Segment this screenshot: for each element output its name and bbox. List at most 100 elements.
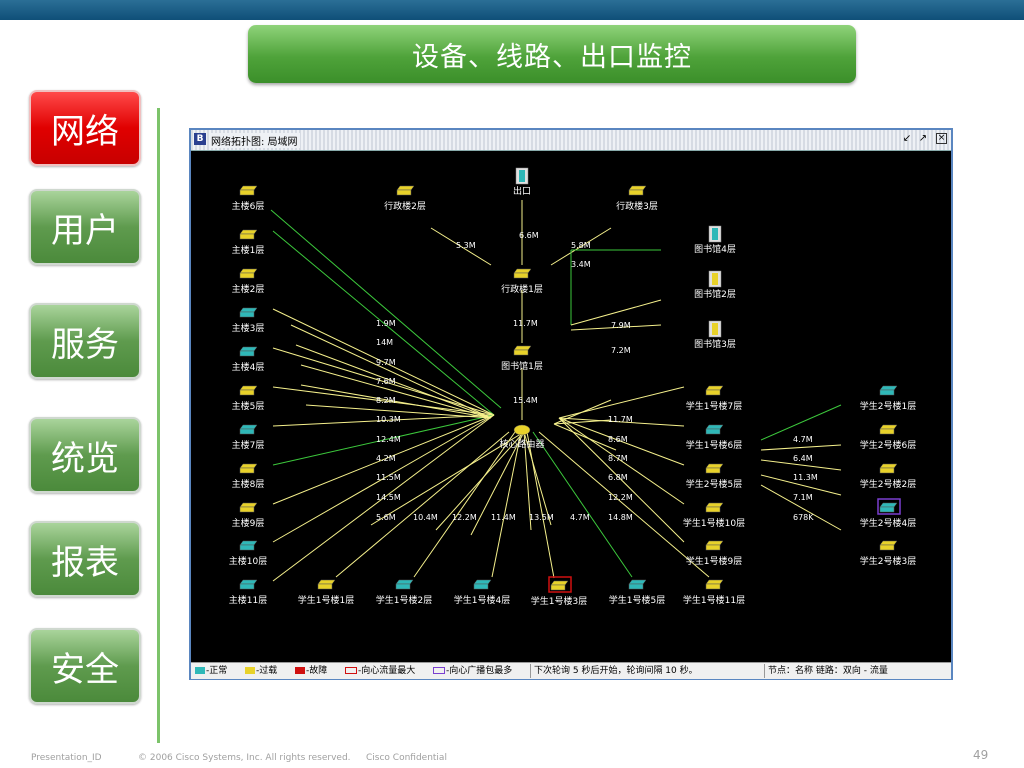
switch-top (705, 502, 724, 508)
topology-node[interactable]: 图书馆2层 (694, 270, 736, 300)
node-label: 主楼11层 (229, 594, 267, 606)
node-label: 学生1号楼5层 (609, 594, 665, 606)
legend-normal: -正常 (195, 664, 227, 678)
switch-body (239, 350, 255, 357)
nav-divider (157, 108, 160, 743)
nav-button-security[interactable]: 安全 (29, 628, 141, 704)
topology-node[interactable]: 主楼9层 (232, 502, 265, 529)
link-traffic-label: 5.6M (376, 513, 396, 522)
topology-node[interactable]: 主楼10层 (229, 540, 267, 567)
switch-top (628, 185, 647, 191)
nav-button-services[interactable]: 服务 (29, 303, 141, 379)
nav-button-overview[interactable]: 统览 (29, 417, 141, 493)
switch-top (396, 185, 415, 191)
topology-node[interactable]: 主楼8层 (232, 463, 265, 490)
topology-node[interactable]: 主楼11层 (229, 579, 267, 606)
link-traffic-label: 11.5M (376, 473, 401, 482)
topology-node[interactable]: 学生1号楼9层 (686, 540, 742, 567)
switch-body (628, 583, 644, 590)
link-traffic-label: 6.8M (608, 473, 628, 482)
legend-fault: -故障 (295, 664, 327, 678)
node-label: 学生1号楼6层 (686, 439, 742, 451)
node-label: 学生2号楼5层 (686, 478, 742, 490)
topology-node[interactable]: 学生2号楼6层 (860, 424, 916, 451)
link-traffic-label: 11.7M (513, 319, 538, 328)
link-traffic-label: 6.4M (793, 454, 813, 463)
switch-top (239, 185, 258, 191)
link-line (491, 431, 522, 578)
topology-node[interactable]: 图书馆1层 (501, 345, 543, 372)
node-label: 学生1号楼3层 (531, 595, 587, 607)
switch-top (628, 579, 647, 585)
topology-node[interactable]: 学生2号楼5层 (686, 463, 742, 490)
link-traffic-label: 4.7M (793, 435, 813, 444)
topology-node[interactable]: 图书馆4层 (694, 225, 736, 255)
topology-node[interactable]: 学生1号楼11层 (683, 579, 745, 606)
topology-node[interactable]: 学生2号楼3层 (860, 540, 916, 567)
topology-node[interactable]: 出口 (513, 167, 531, 197)
topology-node[interactable]: 学生1号楼4层 (454, 579, 510, 606)
node-label: 主楼2层 (232, 283, 265, 295)
link-traffic-label: 11.7M (608, 415, 633, 424)
topology-node[interactable]: 学生1号楼10层 (683, 502, 745, 529)
topology-node[interactable]: 学生1号楼3层 (531, 576, 587, 607)
node-label: 学生1号楼9层 (686, 555, 742, 567)
legend-max-broadcast: -向心广播包最多 (433, 664, 512, 678)
switch-body (628, 189, 644, 196)
window-titlebar[interactable]: B 网络拓扑图: 局域网 ↙ ↗ × (191, 130, 951, 151)
switch-body (879, 428, 895, 435)
nav-button-reports[interactable]: 报表 (29, 521, 141, 597)
switch-body (705, 506, 721, 513)
topology-node[interactable]: 行政楼3层 (616, 185, 658, 212)
topology-node[interactable]: 主楼1层 (232, 229, 265, 256)
nav-label: 统览 (51, 438, 119, 479)
topology-node[interactable]: 主楼2层 (232, 268, 265, 295)
topology-node[interactable]: 主楼7层 (232, 424, 265, 451)
topology-node[interactable]: 学生1号楼2层 (376, 579, 432, 606)
node-label: 学生2号楼1层 (860, 400, 916, 412)
topology-node[interactable]: 主楼4层 (232, 346, 265, 373)
topology-node[interactable]: 图书馆3层 (694, 320, 736, 350)
close-icon[interactable]: × (936, 133, 947, 144)
topology-node[interactable]: 学生1号楼5层 (609, 579, 665, 606)
topology-node[interactable]: 学生1号楼7层 (686, 385, 742, 412)
switch-top (879, 424, 898, 430)
topology-node[interactable]: 行政楼1层 (501, 268, 543, 295)
link-line (335, 431, 510, 578)
topology-node[interactable]: 学生2号楼2层 (860, 463, 916, 490)
restore-icon[interactable]: ↙ (901, 133, 913, 145)
link-traffic-label: 10.4M (413, 513, 438, 522)
switch-top (395, 579, 414, 585)
topology-node[interactable]: 学生1号楼1层 (298, 579, 354, 606)
topology-node[interactable]: 行政楼2层 (384, 185, 426, 212)
maximize-icon[interactable]: ↗ (917, 133, 929, 145)
nav-label: 用户 (51, 210, 119, 251)
nav-button-network[interactable]: 网络 (29, 90, 141, 166)
link-traffic-label: 15.4M (513, 396, 538, 405)
switch-top (879, 385, 898, 391)
network-topology-map: 6.6M 5.3M 5.8M 3.4M 11.7M 7.9M 7.2M 15.4M 1.9M 14… (229, 167, 916, 607)
switch-top (239, 229, 258, 235)
link-line (300, 384, 492, 419)
node-label: 主楼5层 (232, 400, 265, 412)
topology-node[interactable]: 核心路由器 (499, 424, 545, 450)
topology-node[interactable]: 主楼6层 (232, 185, 265, 212)
nav-button-users[interactable]: 用户 (29, 189, 141, 265)
node-label: 主楼9层 (232, 517, 265, 529)
topology-node[interactable]: 学生2号楼4层 (860, 498, 916, 529)
switch-top (239, 502, 258, 508)
link-traffic-label: 11.3M (793, 473, 818, 482)
topology-node[interactable]: 学生1号楼6层 (686, 424, 742, 451)
switch-top (879, 463, 898, 469)
link-line (300, 364, 492, 419)
switch-body (239, 583, 255, 590)
link-traffic-label: 10.3M (376, 415, 401, 424)
link-line (558, 386, 685, 419)
nav-label: 服务 (51, 324, 119, 365)
link-traffic-label: 14.5M (376, 493, 401, 502)
topology-node[interactable]: 主楼3层 (232, 307, 265, 334)
topology-node[interactable]: 主楼5层 (232, 385, 265, 412)
topology-node[interactable]: 学生2号楼1层 (860, 385, 916, 412)
switch-body (396, 189, 412, 196)
switch-normal-icon (195, 667, 205, 674)
